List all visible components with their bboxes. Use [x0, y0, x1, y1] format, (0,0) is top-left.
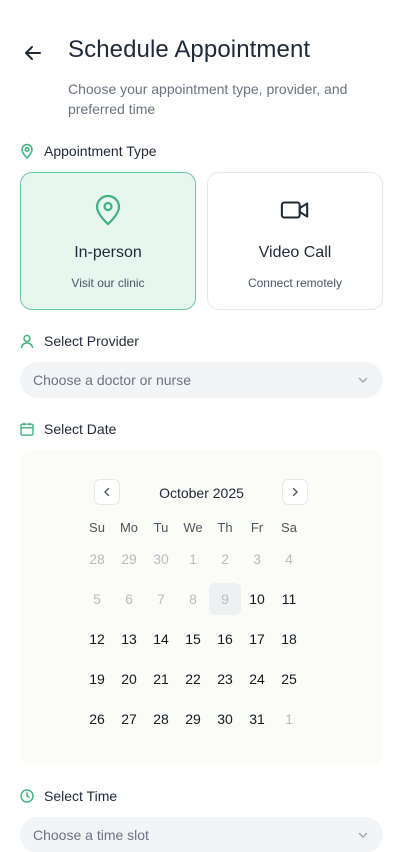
calendar-day[interactable]: 19	[81, 663, 113, 695]
weekday-header: Sa	[281, 520, 297, 535]
calendar-day[interactable]: 27	[113, 703, 145, 735]
weekday-header: Th	[217, 520, 233, 535]
select-time-label: Select Time	[20, 788, 117, 804]
page-title: Schedule Appointment	[68, 36, 311, 63]
time-select[interactable]: Choose a time slot	[20, 817, 383, 852]
appointment-type-subtitle: Visit our clinic	[71, 276, 145, 290]
calendar-day[interactable]: 18	[273, 623, 305, 655]
weekday-header: Su	[89, 520, 105, 535]
calendar-month-title: October 2025	[159, 485, 244, 501]
calendar-day: 3	[253, 551, 261, 567]
select-provider-label: Select Provider	[20, 333, 139, 349]
next-month-button[interactable]	[282, 479, 308, 505]
calendar-day: 29	[121, 551, 137, 567]
provider-select[interactable]: Choose a doctor or nurse	[20, 362, 383, 398]
weekday-header: Fr	[250, 520, 264, 535]
calendar-day[interactable]: 30	[209, 703, 241, 735]
calendar-day[interactable]: 11	[273, 583, 305, 615]
weekday-header: Tu	[153, 520, 169, 535]
select-date-label: Select Date	[20, 421, 116, 437]
chevron-down-icon	[358, 832, 368, 838]
appointment-type-in-person[interactable]: In-person Visit our clinic	[20, 172, 196, 310]
calendar-day[interactable]: 20	[113, 663, 145, 695]
back-button[interactable]	[20, 40, 46, 66]
time-select-placeholder: Choose a time slot	[33, 827, 149, 843]
video-camera-icon	[280, 193, 310, 227]
weekday-header: Mo	[119, 520, 139, 535]
user-icon	[20, 334, 34, 348]
appointment-type-subtitle: Connect remotely	[247, 276, 343, 290]
page-header: Schedule Appointment Choose your appoint…	[0, 0, 402, 130]
appointment-type-label: Appointment Type	[20, 143, 157, 159]
calendar-day[interactable]: 29	[177, 703, 209, 735]
appointment-type-video-call[interactable]: Video Call Connect remotely	[207, 172, 383, 310]
calendar-day[interactable]: 31	[241, 703, 273, 735]
calendar-day[interactable]: 24	[241, 663, 273, 695]
calendar-day: 30	[153, 551, 169, 567]
appointment-type-title: In-person	[74, 244, 142, 261]
calendar-day[interactable]: 13	[113, 623, 145, 655]
calendar-day[interactable]: 25	[273, 663, 305, 695]
calendar-day[interactable]: 21	[145, 663, 177, 695]
calendar-icon	[20, 422, 34, 436]
chevron-down-icon	[358, 377, 368, 383]
calendar-day[interactable]: 28	[145, 703, 177, 735]
calendar-day: 1	[285, 711, 293, 727]
appointment-type-title: Video Call	[258, 244, 332, 261]
calendar-day[interactable]: 16	[209, 623, 241, 655]
calendar-day[interactable]: 15	[177, 623, 209, 655]
arrow-left-icon	[25, 46, 41, 60]
calendar-day[interactable]: 10	[241, 583, 273, 615]
calendar-day: 28	[89, 551, 105, 567]
calendar-day[interactable]: 26	[81, 703, 113, 735]
clock-icon	[20, 789, 34, 803]
calendar-day: 7	[157, 591, 165, 607]
calendar-day: 8	[189, 591, 197, 607]
calendar-day[interactable]: 12	[81, 623, 113, 655]
date-calendar: October 2025 Su Mo Tu We Th Fr Sa 28 29 30 1 2 3 4 5 6 7…	[20, 450, 383, 765]
map-pin-icon	[20, 143, 34, 159]
calendar-day: 9	[209, 583, 241, 615]
calendar-day[interactable]: 14	[145, 623, 177, 655]
calendar-day: 6	[125, 591, 133, 607]
chevron-right-icon	[292, 487, 298, 497]
calendar-day[interactable]: 17	[241, 623, 273, 655]
calendar-day: 4	[285, 551, 293, 567]
map-pin-icon	[93, 193, 123, 227]
weekday-header: We	[183, 520, 203, 535]
provider-select-placeholder: Choose a doctor or nurse	[33, 372, 191, 388]
calendar-day[interactable]: 22	[177, 663, 209, 695]
page-subtitle: Choose your appointment type, provider, …	[68, 81, 348, 117]
calendar-day: 2	[221, 551, 229, 567]
calendar-day[interactable]: 23	[209, 663, 241, 695]
calendar-day: 5	[93, 591, 101, 607]
calendar-day: 1	[189, 551, 197, 567]
